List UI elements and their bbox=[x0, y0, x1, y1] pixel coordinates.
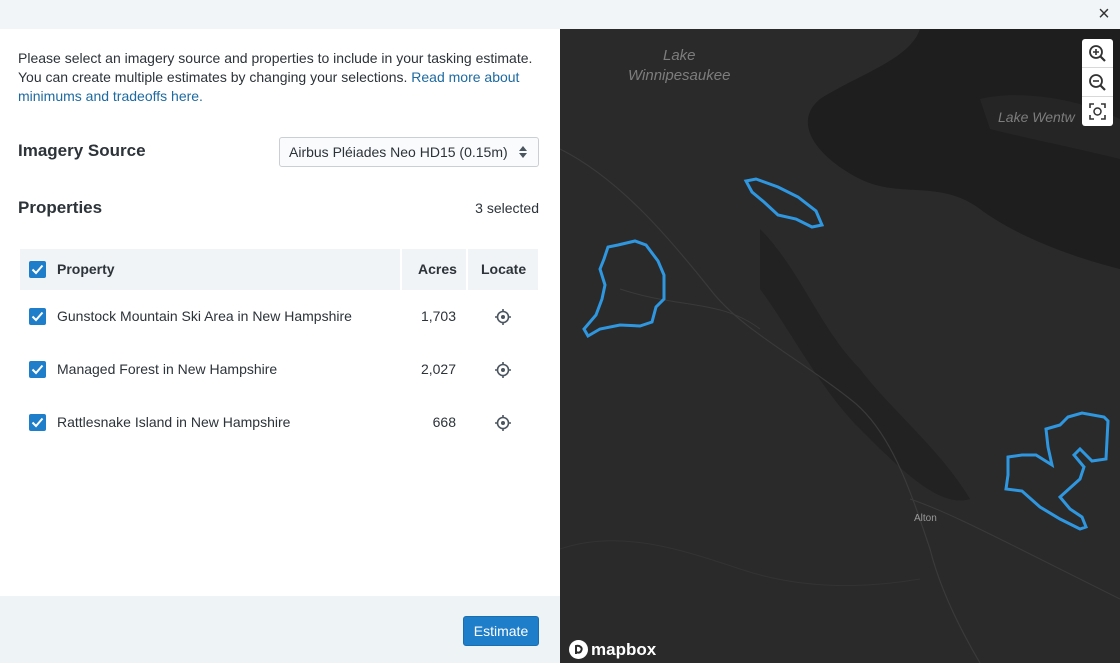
lake-water bbox=[560, 29, 1120, 269]
check-icon bbox=[31, 364, 44, 375]
property-acres: 1,703 bbox=[420, 308, 456, 324]
map-lake-label: Lake bbox=[663, 47, 696, 64]
map-town-label: Alton bbox=[914, 513, 937, 524]
zoom-in-button[interactable] bbox=[1082, 39, 1113, 68]
close-button[interactable]: × bbox=[1094, 4, 1114, 24]
header-acres[interactable]: Acres bbox=[418, 249, 457, 290]
road bbox=[619, 288, 761, 330]
row-checkbox[interactable] bbox=[29, 361, 46, 378]
table-row: Rattlesnake Island in New Hampshire 668 bbox=[20, 396, 538, 449]
dialog-footer: Estimate bbox=[0, 596, 560, 663]
map-controls bbox=[1082, 39, 1113, 126]
table-header: Property Acres Locate bbox=[20, 249, 538, 290]
locate-icon[interactable] bbox=[494, 414, 512, 432]
header-property[interactable]: Property bbox=[57, 249, 115, 290]
fit-bounds-icon bbox=[1089, 103, 1106, 120]
lake-water bbox=[760, 229, 970, 501]
property-acres: 2,027 bbox=[420, 361, 456, 377]
imagery-source-value: Airbus Pléiades Neo HD15 (0.15m) bbox=[289, 144, 508, 160]
row-checkbox[interactable] bbox=[29, 414, 46, 431]
header-divider bbox=[400, 249, 402, 290]
dialog-topbar: × bbox=[0, 0, 1120, 29]
property-name: Rattlesnake Island in New Hampshire bbox=[57, 414, 291, 430]
property-name: Managed Forest in New Hampshire bbox=[57, 361, 278, 377]
zoom-out-button[interactable] bbox=[1082, 68, 1113, 97]
mapbox-wordmark: mapbox bbox=[591, 640, 657, 659]
zoom-in-icon bbox=[1089, 45, 1106, 62]
locate-icon[interactable] bbox=[494, 308, 512, 326]
intro-text: Please select an imagery source and prop… bbox=[18, 49, 548, 106]
selected-count: 3 selected bbox=[475, 200, 539, 216]
fit-bounds-button[interactable] bbox=[1082, 97, 1113, 126]
imagery-source-select[interactable]: Airbus Pléiades Neo HD15 (0.15m) bbox=[279, 137, 539, 167]
road bbox=[560, 540, 921, 587]
property-acres: 668 bbox=[432, 414, 456, 430]
property-name: Gunstock Mountain Ski Area in New Hampsh… bbox=[57, 308, 352, 324]
property-boundary-managed-forest[interactable] bbox=[1004, 411, 1110, 531]
estimate-button[interactable]: Estimate bbox=[463, 616, 539, 646]
header-locate: Locate bbox=[481, 261, 527, 277]
properties-table: Property Acres Locate Gunstock Mountain … bbox=[20, 249, 538, 449]
check-icon bbox=[31, 311, 44, 322]
road bbox=[560, 148, 981, 663]
property-boundary-rattlesnake[interactable] bbox=[743, 177, 825, 229]
table-row: Gunstock Mountain Ski Area in New Hampsh… bbox=[20, 290, 538, 343]
table-row: Managed Forest in New Hampshire 2,027 bbox=[20, 343, 538, 396]
zoom-out-icon bbox=[1089, 74, 1106, 91]
header-divider bbox=[466, 249, 468, 290]
select-all-checkbox[interactable] bbox=[29, 261, 46, 278]
map-lake-label: Lake Wentw bbox=[998, 109, 1075, 125]
locate-icon[interactable] bbox=[494, 361, 512, 379]
properties-label: Properties bbox=[18, 198, 103, 217]
select-arrows-icon bbox=[519, 146, 527, 158]
row-checkbox[interactable] bbox=[29, 308, 46, 325]
map-view[interactable]: Lake Winnipesaukee Lake Wentw Alton mapb… bbox=[560, 29, 1120, 663]
map-lake-label: Winnipesaukee bbox=[628, 67, 731, 84]
imagery-source-label: Imagery Source bbox=[18, 141, 146, 160]
property-boundary-gunstock[interactable] bbox=[582, 239, 666, 339]
check-icon bbox=[31, 264, 44, 275]
estimate-form-panel: Please select an imagery source and prop… bbox=[0, 29, 560, 596]
mapbox-logo-icon bbox=[569, 640, 588, 659]
check-icon bbox=[31, 417, 44, 428]
